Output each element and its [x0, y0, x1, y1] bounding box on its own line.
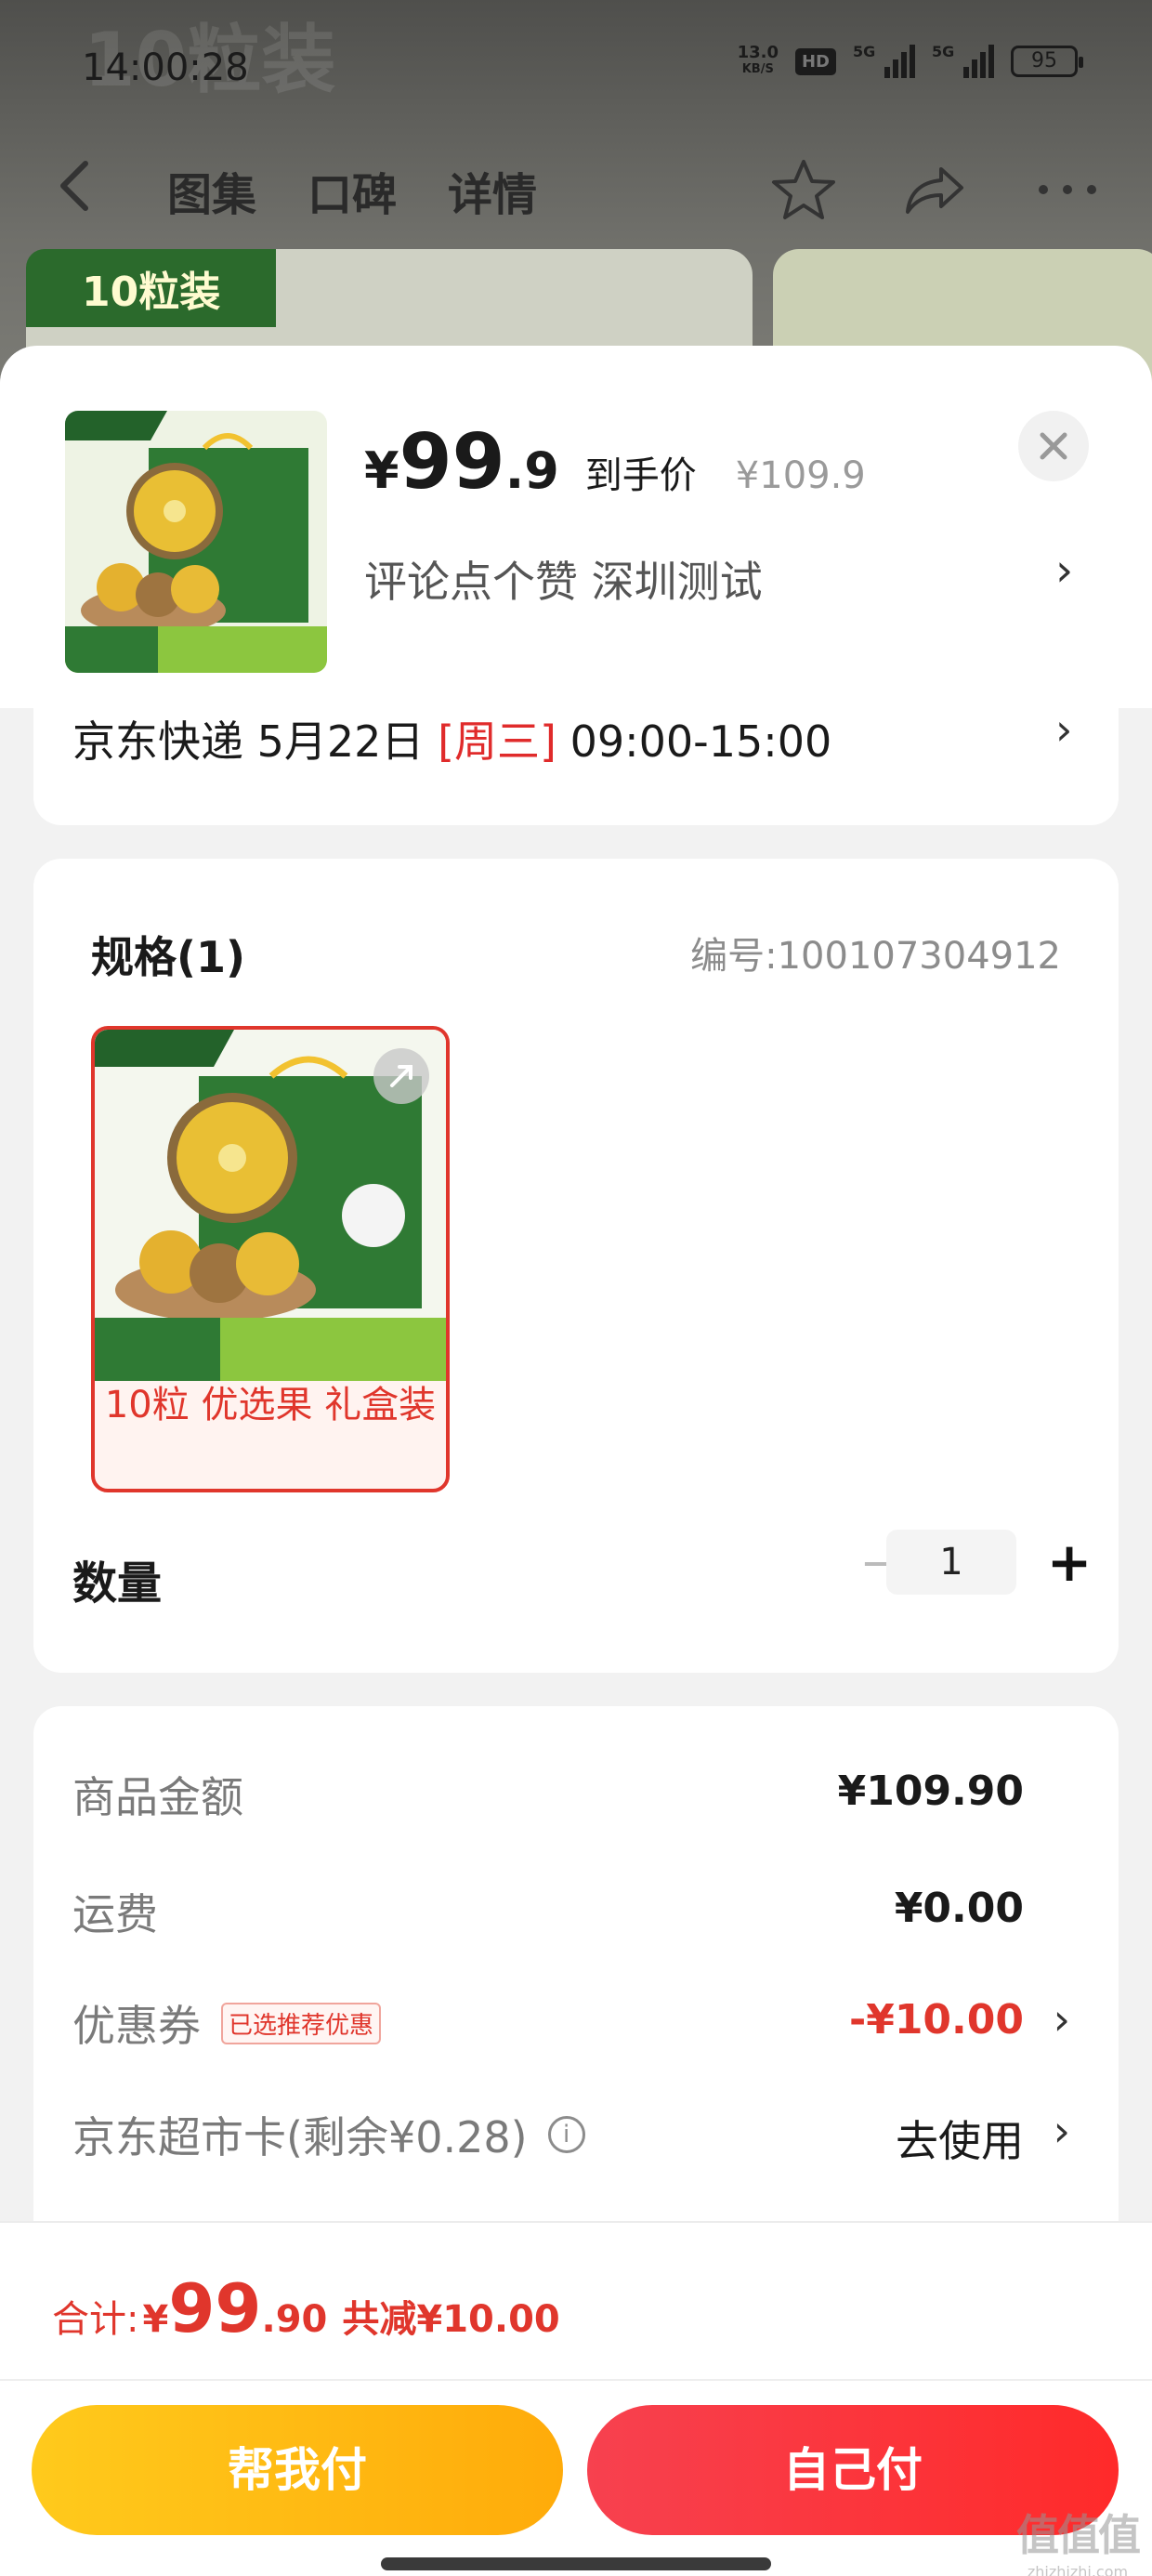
share-icon[interactable] [902, 156, 969, 227]
divider [0, 2379, 1152, 2381]
price-currency: ¥ [364, 441, 399, 500]
delivery-weekday: [周三] [438, 716, 556, 767]
goods-amount-label: 商品金额 [72, 1772, 243, 1822]
price-block: ¥ 99 .9 到手价 ¥109.9 [364, 418, 866, 506]
info-icon[interactable]: i [547, 2116, 585, 2153]
goods-amount-value: ¥109.90 [837, 1768, 1024, 1815]
status-bar: 14:00:28 13.0 KB/S HD 5G 5G 95 [0, 37, 1152, 102]
product-image [65, 411, 327, 673]
tab-gallery[interactable]: 图集 [167, 158, 256, 223]
net-speed-unit: KB/S [741, 62, 774, 76]
net-speed: 13.0 KB/S [738, 45, 779, 78]
expand-icon[interactable] [373, 1048, 429, 1104]
price-integer: 99 [399, 418, 505, 506]
purchase-sheet: ¥ 99 .9 到手价 ¥109.9 评论点个赞 深圳测试 › 京东快递 5月2… [0, 346, 1152, 2576]
tab-details[interactable]: 详情 [448, 158, 537, 223]
coupon-label: 优惠券 [72, 2001, 201, 2051]
signal-icon-2: 5G [932, 43, 994, 78]
spec-card: 规格(1) 编号:100107304912 10粒 优选果 礼盒装 数量 − 1… [33, 859, 1119, 1673]
delivery-carrier: 京东快递 [72, 716, 243, 767]
total-integer: 99 [168, 2269, 262, 2347]
product-thumbnail[interactable] [65, 411, 327, 673]
goods-amount-row: 商品金额 ¥109.90 [72, 1764, 1080, 1829]
total-decimal: .90 [261, 2298, 328, 2341]
delivery-card[interactable]: 京东快递 5月22日 [周三] 09:00-15:00 › [33, 680, 1119, 825]
back-icon[interactable] [56, 158, 102, 214]
product-number: 编号:100107304912 [690, 935, 1061, 978]
supermarket-card-label-group: 京东超市卡(剩余¥0.28) i [72, 2104, 585, 2165]
battery-icon: 95 [1011, 46, 1083, 77]
selected-spec-summary[interactable]: 评论点个赞 深圳测试 [364, 548, 763, 610]
delivery-info: 京东快递 5月22日 [周三] 09:00-15:00 [72, 708, 831, 769]
close-icon [1040, 432, 1067, 460]
signal-label-2: 5G [932, 43, 955, 60]
watermark-logo: 值值值 [1016, 2510, 1141, 2560]
supermarket-card-row[interactable]: 京东超市卡(剩余¥0.28) i 去使用 › [72, 2104, 1080, 2169]
price-breakdown-card: 商品金额 ¥109.90 运费 ¥0.00 优惠券 已选推荐优惠 -¥10.00… [33, 1706, 1119, 2264]
original-price: ¥109.9 [735, 454, 866, 497]
close-button[interactable] [1018, 411, 1089, 481]
coupon-label-group: 优惠券 已选推荐优惠 [72, 1992, 382, 2054]
signal-label: 5G [853, 43, 876, 60]
status-time: 14:00:28 [82, 46, 249, 89]
price-decimal: .9 [504, 441, 559, 500]
quantity-input[interactable]: 1 [886, 1530, 1016, 1595]
chevron-right-icon[interactable]: › [1055, 704, 1072, 755]
status-indicators: 13.0 KB/S HD 5G 5G 95 [738, 43, 1083, 78]
option-label: 10粒 优选果 礼盒装 [104, 1384, 437, 1426]
signal-icon: 5G [853, 43, 915, 78]
supermarket-card-label: 京东超市卡(剩余¥0.28) [72, 2112, 528, 2162]
net-speed-value: 13.0 [737, 43, 779, 62]
nav-actions [770, 156, 1101, 227]
shipping-value: ¥0.00 [894, 1885, 1024, 1932]
hd-icon: HD [794, 47, 836, 75]
coupon-badge: 已选推荐优惠 [221, 2002, 382, 2044]
total-currency: ¥ [142, 2298, 169, 2341]
supermarket-card-action[interactable]: 去使用 [896, 2108, 1024, 2169]
sheet-header: ¥ 99 .9 到手价 ¥109.9 评论点个赞 深圳测试 › [0, 346, 1152, 708]
total-block: 合计: ¥ 99 .90 共减¥10.00 [52, 2269, 560, 2347]
background-page: 10粒装 14:00:28 13.0 KB/S HD 5G 5G 95 图集 口… [0, 0, 1152, 390]
checkout-footer: 合计: ¥ 99 .90 共减¥10.00 帮我付 自己付 值值值 zhizhi… [0, 2221, 1152, 2576]
background-tag: 10粒装 [26, 249, 277, 327]
chevron-right-icon[interactable]: › [1054, 1994, 1070, 2044]
help-pay-button[interactable]: 帮我付 [32, 2405, 563, 2535]
total-saved: 共减¥10.00 [342, 2298, 560, 2341]
coupon-row[interactable]: 优惠券 已选推荐优惠 -¥10.00 › [72, 1992, 1080, 2057]
spec-title: 规格(1) [91, 932, 246, 982]
coupon-value: -¥10.00 [848, 1996, 1024, 2044]
home-indicator[interactable] [381, 2557, 771, 2570]
quantity-label: 数量 [72, 1557, 163, 1610]
tab-reviews[interactable]: 口碑 [308, 158, 397, 223]
delivery-time: 09:00-15:00 [569, 716, 832, 767]
watermark: 值值值 zhizhizhi.com [1013, 2502, 1143, 2576]
shipping-label: 运费 [72, 1889, 158, 1939]
total-label: 合计: [52, 2298, 139, 2341]
quantity-increase-button[interactable]: + [1037, 1530, 1102, 1595]
more-icon[interactable] [1034, 156, 1101, 227]
top-nav: 图集 口碑 详情 [0, 139, 1152, 242]
star-icon[interactable] [770, 156, 837, 227]
final-price-label: 到手价 [584, 454, 697, 497]
chevron-right-icon[interactable]: › [1055, 545, 1073, 597]
watermark-url: zhizhizhi.com [1027, 2563, 1129, 2576]
shipping-row: 运费 ¥0.00 [72, 1881, 1080, 1946]
delivery-date: 5月22日 [256, 716, 425, 767]
chevron-right-icon[interactable]: › [1054, 2106, 1070, 2156]
spec-option-selected[interactable]: 10粒 优选果 礼盒装 [91, 1026, 450, 1492]
nav-tabs: 图集 口碑 详情 [167, 158, 537, 223]
